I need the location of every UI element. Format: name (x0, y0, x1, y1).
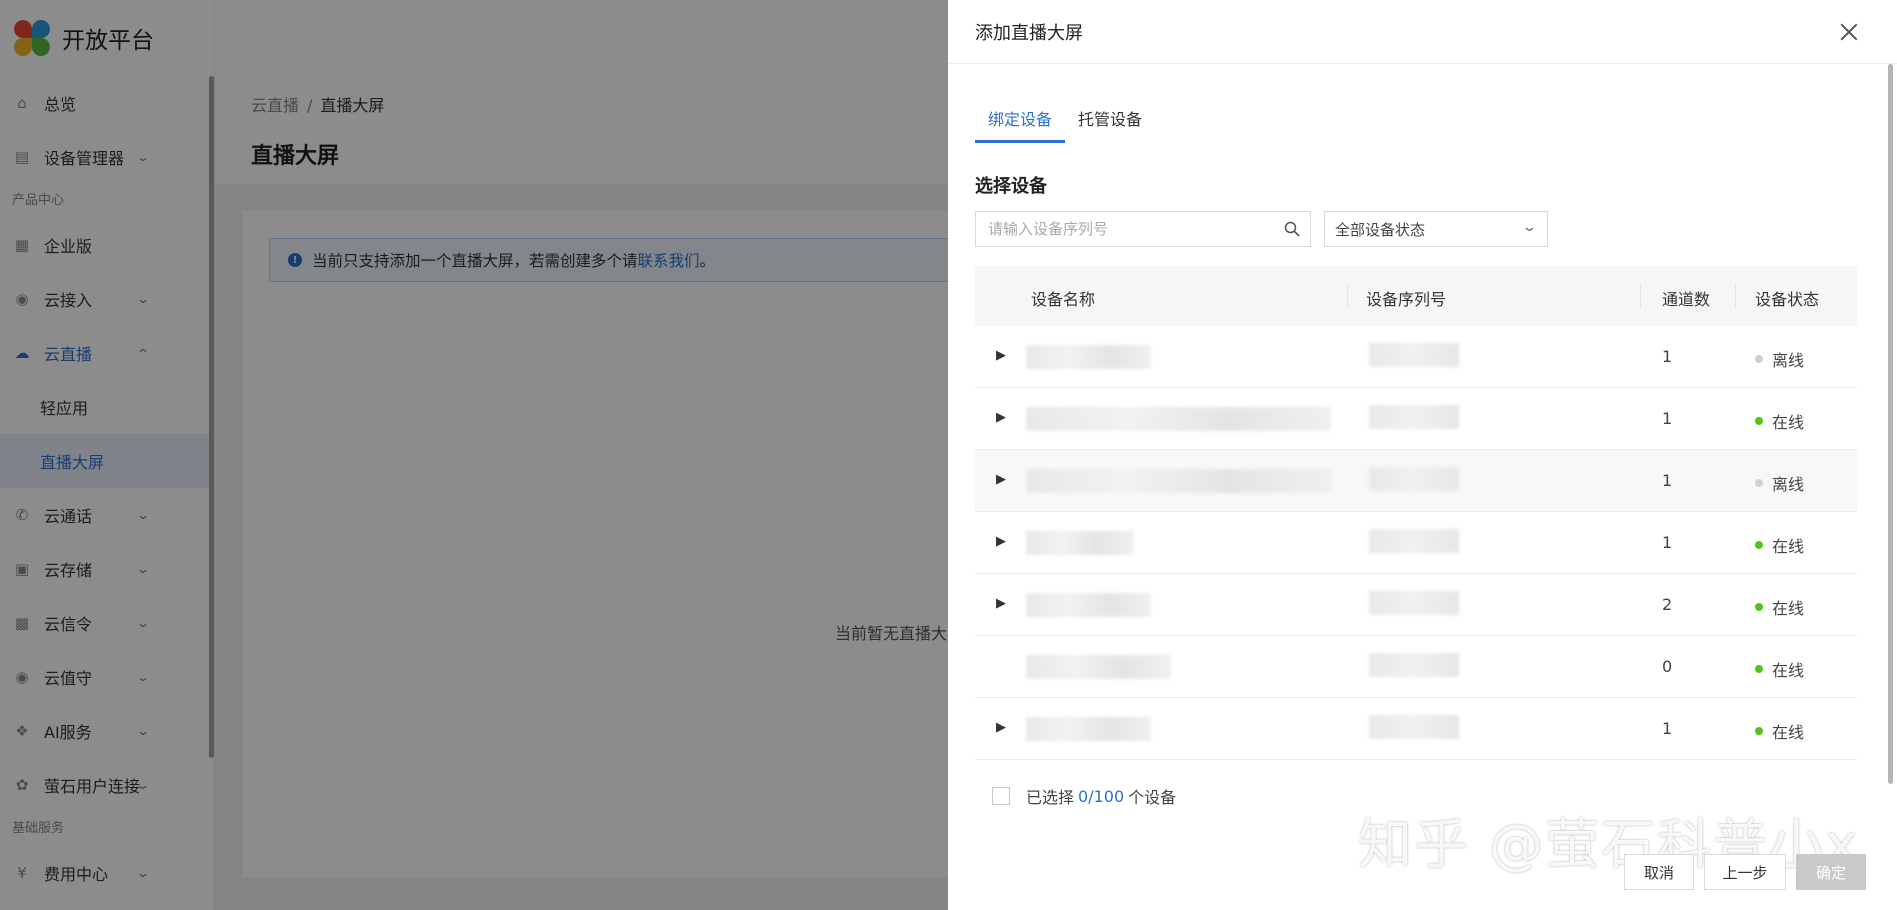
device-name-redacted (1026, 345, 1151, 369)
table-row[interactable]: ▶ 1 在线 (975, 388, 1857, 450)
header-device-name: 设备名称 (1031, 290, 1096, 309)
device-serial-redacted (1369, 467, 1459, 491)
status-text: 在线 (1772, 413, 1805, 432)
table-row[interactable]: 0 在线 (975, 636, 1857, 698)
expand-arrow-icon[interactable]: ▶ (996, 596, 1006, 611)
device-status: 在线 (1755, 409, 1804, 433)
status-text: 在线 (1772, 723, 1805, 742)
device-status: 在线 (1755, 657, 1804, 681)
serial-search-input[interactable] (986, 219, 1276, 239)
tab-hosted-devices[interactable]: 托管设备 (1065, 96, 1155, 143)
device-serial-redacted (1369, 343, 1459, 367)
status-dot (1755, 417, 1763, 425)
cancel-button[interactable]: 取消 (1624, 854, 1694, 890)
expand-arrow-icon[interactable]: ▶ (996, 348, 1006, 363)
channel-count: 1 (1662, 533, 1673, 552)
table-row[interactable]: ▶ 1 离线 (975, 326, 1857, 388)
device-status: 在线 (1755, 533, 1804, 557)
table-header: 设备名称 设备序列号 通道数 设备状态 (975, 266, 1857, 326)
add-live-screen-drawer: 添加直播大屏 绑定设备 托管设备 选择设备 全部设备状态 ⌄ 设备名称 设备序列… (948, 0, 1897, 910)
selection-summary: 已选择 0/100 个设备 (992, 784, 1176, 808)
status-dot (1755, 479, 1763, 487)
status-text: 在线 (1772, 661, 1805, 680)
status-dot (1755, 603, 1763, 611)
device-serial-redacted (1369, 529, 1459, 553)
device-status: 在线 (1755, 595, 1804, 619)
device-name-redacted (1026, 655, 1171, 679)
header-serial: 设备序列号 (1366, 290, 1447, 309)
device-name-redacted (1026, 593, 1151, 617)
serial-search (975, 211, 1311, 247)
header-channels: 通道数 (1662, 290, 1711, 309)
expand-arrow-icon[interactable]: ▶ (996, 534, 1006, 549)
status-text: 离线 (1772, 475, 1805, 494)
selection-prefix: 已选择 (1026, 788, 1075, 807)
confirm-button[interactable]: 确定 (1796, 854, 1866, 890)
search-icon[interactable] (1284, 221, 1300, 237)
drawer-scrollbar[interactable] (1888, 64, 1893, 784)
header-status: 设备状态 (1755, 290, 1820, 309)
status-text: 在线 (1772, 599, 1805, 618)
tab-bound-devices[interactable]: 绑定设备 (975, 96, 1066, 143)
table-row[interactable]: ▶ 1 在线 (975, 512, 1857, 574)
close-icon[interactable] (1839, 22, 1859, 42)
device-name-redacted (1026, 531, 1134, 555)
device-serial-redacted (1369, 405, 1459, 429)
status-dot (1755, 541, 1763, 549)
drawer-header: 添加直播大屏 (948, 0, 1897, 64)
status-dot (1755, 665, 1763, 673)
column-divider (1347, 284, 1348, 308)
status-text: 在线 (1772, 537, 1805, 556)
status-filter-select[interactable]: 全部设备状态 ⌄ (1324, 211, 1548, 247)
device-status: 离线 (1755, 347, 1804, 371)
modal-mask[interactable] (0, 0, 948, 910)
drawer-title: 添加直播大屏 (975, 22, 1083, 44)
device-status: 在线 (1755, 719, 1804, 743)
channel-count: 1 (1662, 719, 1673, 738)
select-all-checkbox[interactable] (992, 787, 1010, 805)
section-title: 选择设备 (975, 176, 1047, 197)
channel-count: 1 (1662, 409, 1673, 428)
table-row[interactable]: ▶ 2 在线 (975, 574, 1857, 636)
device-name-redacted (1026, 717, 1151, 741)
status-dot (1755, 727, 1763, 735)
column-divider (1640, 284, 1641, 308)
device-serial-redacted (1369, 591, 1459, 615)
channel-count: 0 (1662, 657, 1673, 676)
device-name-redacted (1026, 469, 1331, 493)
channel-count: 2 (1662, 595, 1673, 614)
device-serial-redacted (1369, 715, 1459, 739)
selection-count: 0/100 (1078, 786, 1125, 806)
device-status: 离线 (1755, 471, 1804, 495)
status-text: 离线 (1772, 351, 1805, 370)
status-dot (1755, 355, 1763, 363)
column-divider (1735, 284, 1736, 308)
expand-arrow-icon[interactable]: ▶ (996, 472, 1006, 487)
device-tabs: 绑定设备 托管设备 (975, 96, 1155, 143)
channel-count: 1 (1662, 471, 1673, 490)
expand-arrow-icon[interactable]: ▶ (996, 720, 1006, 735)
device-table: 设备名称 设备序列号 通道数 设备状态 ▶ 1 离线 ▶ 1 在线 ▶ 1 离线… (975, 266, 1857, 760)
expand-arrow-icon[interactable]: ▶ (996, 410, 1006, 425)
channel-count: 1 (1662, 347, 1673, 366)
device-serial-redacted (1369, 653, 1459, 677)
selection-suffix: 个设备 (1128, 788, 1177, 807)
table-row[interactable]: ▶ 1 离线 (975, 450, 1857, 512)
chevron-down-icon: ⌄ (1521, 220, 1538, 235)
table-row[interactable]: ▶ 1 在线 (975, 698, 1857, 760)
status-filter-value: 全部设备状态 (1335, 220, 1426, 239)
device-name-redacted (1026, 407, 1331, 431)
previous-step-button[interactable]: 上一步 (1704, 854, 1786, 890)
